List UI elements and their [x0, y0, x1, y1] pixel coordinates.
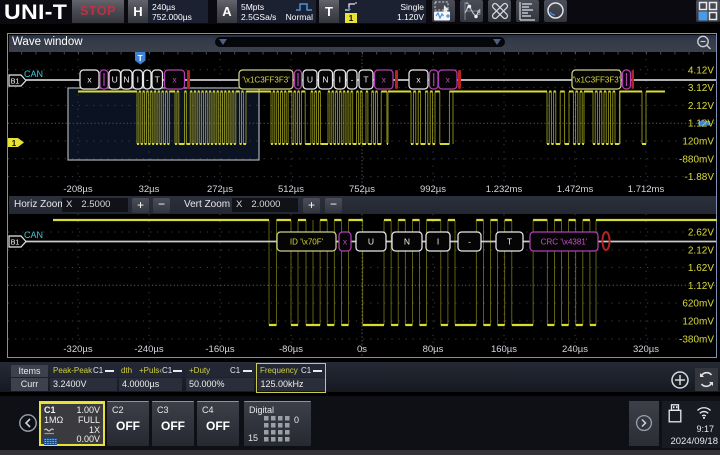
svg-text:-80µs: -80µs: [279, 344, 303, 355]
svg-text:-240µs: -240µs: [134, 344, 163, 355]
svg-text:512µs: 512µs: [278, 184, 304, 195]
svg-text:T: T: [507, 237, 512, 247]
svg-text:I: I: [137, 75, 139, 85]
svg-text:U: U: [307, 75, 313, 85]
svg-text:272µs: 272µs: [207, 184, 233, 195]
svg-text:0s: 0s: [357, 344, 367, 355]
svg-text:752µs: 752µs: [349, 184, 375, 195]
svg-text:2.12V: 2.12V: [688, 101, 714, 112]
svg-text:T: T: [155, 75, 160, 85]
svg-text:N: N: [123, 75, 129, 85]
svg-text:-: -: [146, 75, 149, 85]
svg-text:1.712ms: 1.712ms: [628, 184, 665, 195]
svg-text:U: U: [368, 237, 374, 247]
svg-text:-: -: [468, 237, 471, 247]
svg-text:3.12V: 3.12V: [688, 83, 714, 94]
svg-text:32µs: 32µs: [139, 184, 160, 195]
svg-text:80µs: 80µs: [423, 344, 444, 355]
svg-text:B1: B1: [11, 79, 20, 86]
svg-text:'\x1C3FF3F3': '\x1C3FF3F3': [242, 76, 290, 85]
svg-text:160µs: 160µs: [491, 344, 517, 355]
svg-text:240µs: 240µs: [562, 344, 588, 355]
svg-text:'\x1C3FF3F3': '\x1C3FF3F3': [573, 76, 621, 85]
svg-text:I: I: [339, 75, 341, 85]
svg-text:120mV: 120mV: [682, 317, 714, 328]
svg-text:-320µs: -320µs: [63, 344, 92, 355]
svg-text:-1.88V: -1.88V: [685, 172, 715, 183]
svg-text:T: T: [138, 54, 143, 63]
svg-text:-: -: [351, 75, 354, 85]
svg-text:-208µs: -208µs: [63, 184, 92, 195]
svg-text:620mV: 620mV: [682, 299, 714, 310]
svg-text:CAN: CAN: [24, 69, 43, 79]
svg-text:T: T: [363, 75, 368, 85]
svg-text:2.12V: 2.12V: [688, 246, 714, 257]
svg-text:ID '\x70F': ID '\x70F': [290, 238, 324, 247]
svg-text:N: N: [404, 237, 410, 247]
svg-text:4.12V: 4.12V: [688, 65, 714, 76]
svg-text:B1: B1: [11, 240, 20, 247]
svg-text:1.62V: 1.62V: [688, 263, 714, 274]
svg-text:CRC '\x4381': CRC '\x4381': [541, 238, 588, 247]
svg-text:U: U: [112, 75, 118, 85]
svg-text:1: 1: [12, 139, 17, 148]
svg-text:1.12V: 1.12V: [688, 119, 714, 130]
svg-text:1.12V: 1.12V: [688, 281, 714, 292]
svg-text:120mV: 120mV: [682, 137, 714, 148]
svg-text:992µs: 992µs: [420, 184, 446, 195]
svg-text:1.472ms: 1.472ms: [557, 184, 594, 195]
svg-text:-880mV: -880mV: [679, 154, 714, 165]
svg-text:2.62V: 2.62V: [688, 228, 714, 239]
svg-text:I: I: [437, 237, 439, 247]
svg-text:320µs: 320µs: [633, 344, 659, 355]
svg-text:1.232ms: 1.232ms: [486, 184, 523, 195]
svg-text:CAN: CAN: [24, 230, 43, 240]
svg-text:-380mV: -380mV: [679, 335, 714, 346]
svg-text:-160µs: -160µs: [205, 344, 234, 355]
svg-text:N: N: [322, 75, 328, 85]
